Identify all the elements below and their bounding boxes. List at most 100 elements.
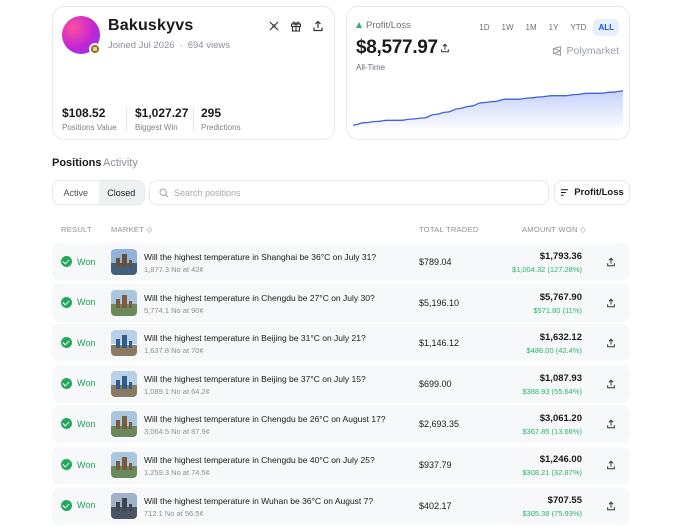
filter-closed-button[interactable]: Closed xyxy=(98,181,144,204)
market-position: 1,877.3 No at 42¢ xyxy=(144,265,204,274)
market-position: 712.1 No at 56.5¢ xyxy=(144,508,204,518)
result-label: Won xyxy=(77,378,96,389)
sort-button[interactable]: Profit/Loss xyxy=(554,180,630,205)
header-market[interactable]: MARKET ◇ xyxy=(111,225,152,234)
search-box xyxy=(149,180,549,205)
market-title[interactable]: Will the highest temperature in Chengdu … xyxy=(144,455,375,465)
market-title[interactable]: Will the highest temperature in Chengdu … xyxy=(144,293,375,303)
header-won[interactable]: AMOUNT WON ◇ xyxy=(522,225,586,234)
share-icon[interactable] xyxy=(606,298,616,308)
market-thumbnail[interactable] xyxy=(111,289,137,316)
amount-won: $1,087.93 xyxy=(539,372,582,384)
market-position: 1,259.3 No at 74.5¢ xyxy=(144,468,210,477)
profit-change: $486.00 (42.4%) xyxy=(526,346,582,356)
range-all[interactable]: ALL xyxy=(593,19,619,36)
search-icon xyxy=(159,188,169,198)
table-row[interactable]: Won Will the highest temperature in Cheng… xyxy=(52,283,630,322)
stat-value: $1,027.27 xyxy=(135,106,189,120)
total-traded: $1,146.12 xyxy=(419,338,460,349)
check-circle-icon xyxy=(61,256,72,267)
range-selector: 1D 1W 1M 1Y YTD ALL xyxy=(474,19,619,36)
stat-value: $108.52 xyxy=(62,106,106,120)
market-thumbnail[interactable] xyxy=(111,492,137,519)
amount-won: $1,246.00 xyxy=(539,454,582,465)
profile-actions xyxy=(268,19,324,32)
profit-change: $571.80 (11%) xyxy=(533,305,582,315)
total-traded: $402.17 xyxy=(419,500,452,511)
result-won: Won xyxy=(61,418,95,430)
pnl-chart xyxy=(353,90,623,129)
gift-icon[interactable] xyxy=(290,19,302,32)
stat-value: 295 xyxy=(201,106,222,120)
table-row[interactable]: Won Will the highest temperature in Beiji… xyxy=(52,324,630,363)
divider xyxy=(126,107,127,131)
market-thumbnail[interactable] xyxy=(111,330,137,357)
view-count: 694 views xyxy=(187,40,230,51)
profit-change: $308.21 (32.87%) xyxy=(522,468,582,477)
result-label: Won xyxy=(77,297,96,308)
share-icon[interactable] xyxy=(606,460,616,470)
stat-label: Positions Value xyxy=(62,123,117,132)
up-arrow-icon xyxy=(356,22,362,28)
market-title[interactable]: Will the highest temperature in Wuhan be… xyxy=(144,496,373,506)
tab-activity[interactable]: Activity xyxy=(103,157,138,169)
sort-indicator-icon: ◇ xyxy=(580,225,587,234)
table-row[interactable]: Won Will the highest temperature in Cheng… xyxy=(52,446,630,484)
stat-positions-value: $108.52 Positions Value xyxy=(62,106,117,132)
market-title[interactable]: Will the highest temperature in Chengdu … xyxy=(144,414,386,424)
amount-won: $1,793.36 xyxy=(539,251,582,262)
market-thumbnail[interactable] xyxy=(111,249,137,275)
range-1d[interactable]: 1D xyxy=(474,19,494,36)
tab-positions[interactable]: Positions xyxy=(52,157,102,169)
stat-predictions: 295 Predictions xyxy=(201,106,241,132)
transfer-icon[interactable] xyxy=(268,19,280,31)
amount-won: $1,632.12 xyxy=(539,332,582,344)
stat-label: Predictions xyxy=(201,123,241,132)
share-icon[interactable] xyxy=(606,379,616,389)
market-title[interactable]: Will the highest temperature in Shanghai… xyxy=(144,252,376,262)
amount-won: $5,767.90 xyxy=(539,291,582,303)
pnl-label-text: Profit/Loss xyxy=(366,20,411,31)
share-icon[interactable] xyxy=(606,419,616,429)
header-result: RESULT xyxy=(61,225,92,234)
market-position: 3,064.5 No at 87.9¢ xyxy=(144,427,210,437)
share-icon[interactable] xyxy=(606,501,616,511)
share-icon[interactable] xyxy=(606,338,616,348)
range-1w[interactable]: 1W xyxy=(497,19,519,36)
amount-won: $707.55 xyxy=(547,494,582,506)
search-input[interactable] xyxy=(174,185,534,201)
range-1y[interactable]: 1Y xyxy=(544,19,564,36)
table-row[interactable]: Won Will the highest temperature in Cheng… xyxy=(52,405,630,444)
result-label: Won xyxy=(77,256,96,267)
result-won: Won xyxy=(61,256,95,267)
market-title[interactable]: Will the highest temperature in Beijing … xyxy=(144,333,366,343)
result-label: Won xyxy=(77,459,96,470)
check-circle-icon xyxy=(61,337,72,349)
range-1m[interactable]: 1M xyxy=(521,19,542,36)
market-thumbnail[interactable] xyxy=(111,370,137,397)
table-row[interactable]: Won Will the highest temperature in Wuhan… xyxy=(52,486,630,525)
share-icon[interactable] xyxy=(312,19,324,32)
pnl-area xyxy=(353,91,623,129)
profit-change: $305.38 (75.93%) xyxy=(522,508,582,518)
range-ytd[interactable]: YTD xyxy=(565,19,591,36)
market-thumbnail[interactable] xyxy=(111,411,137,438)
profile-meta: Joined Jul 2026 · 694 views xyxy=(108,40,230,51)
table-row[interactable]: Won Will the highest temperature in Beiji… xyxy=(52,364,630,403)
table-row[interactable]: Won Will the highest temperature in Shang… xyxy=(52,243,630,281)
market-position: 1,637.8 No at 70¢ xyxy=(144,346,204,356)
filter-active-button[interactable]: Active xyxy=(53,181,99,204)
header-traded: TOTAL TRADED xyxy=(419,225,479,234)
market-position: 5,774.1 No at 90¢ xyxy=(144,305,204,315)
market-title[interactable]: Will the highest temperature in Beijing … xyxy=(144,374,366,384)
share-icon[interactable] xyxy=(440,43,450,53)
divider xyxy=(193,107,194,131)
sort-indicator-icon: ◇ xyxy=(146,225,153,234)
stat-label: Biggest Win xyxy=(135,123,178,132)
profile-card: Bakuskyvs Joined Jul 2026 · 694 views $108… xyxy=(52,6,335,140)
profit-change: $388.93 (55.64%) xyxy=(522,386,582,396)
share-icon[interactable] xyxy=(606,257,616,267)
result-won: Won xyxy=(61,459,95,470)
profit-change: $1,004.32 (127.28%) xyxy=(511,265,582,274)
market-thumbnail[interactable] xyxy=(111,452,137,478)
